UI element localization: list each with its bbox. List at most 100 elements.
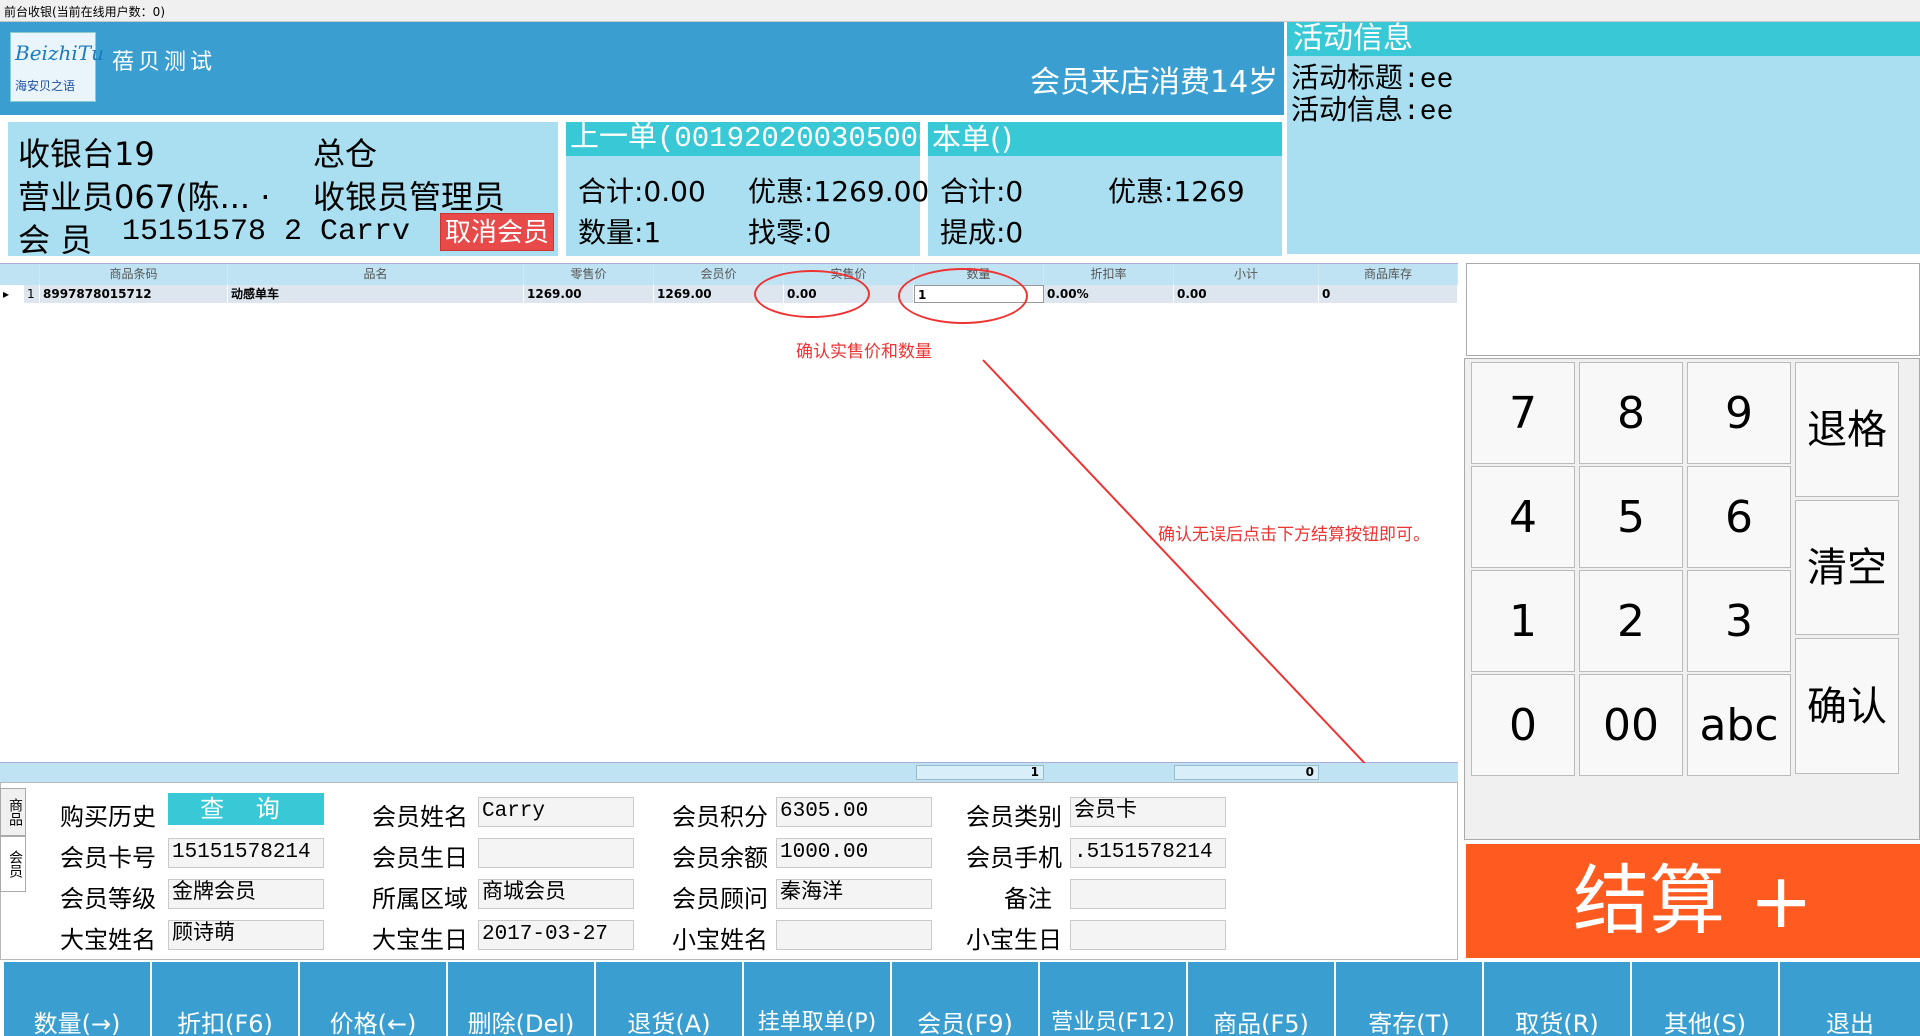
- region-field: 商城会员: [478, 879, 634, 909]
- tab-member[interactable]: 会员: [0, 836, 26, 892]
- row-stock: 0: [1319, 285, 1458, 303]
- tab-product[interactable]: 商品: [0, 788, 26, 836]
- card-number-label: 会员卡号: [60, 844, 156, 872]
- member-prefix-label: 会 员: [18, 221, 93, 259]
- activity-title: 活动信息: [1287, 22, 1920, 56]
- activity-panel: 活动信息 活动标题:ee 活动信息:ee: [1287, 22, 1920, 254]
- level-label: 会员等级: [60, 885, 156, 913]
- qty-button[interactable]: 数量(→): [4, 962, 152, 1036]
- grid-header-name: 品名: [228, 264, 524, 285]
- operator-label: 营业员067(陈... ·: [18, 178, 271, 216]
- key-0[interactable]: 0: [1471, 674, 1575, 776]
- current-order-total: 合计:0: [940, 175, 1024, 208]
- last-order-title: 上一单(001920200305000: [566, 122, 920, 156]
- member-name-field: Carry: [478, 797, 634, 827]
- key-4[interactable]: 4: [1471, 466, 1575, 568]
- last-order-change: 找零:0: [748, 216, 832, 249]
- member-birthday-label: 会员生日: [372, 844, 468, 872]
- delete-button[interactable]: 删除(Del): [448, 962, 596, 1036]
- register-label: 收银台19: [18, 135, 155, 173]
- member-button[interactable]: 会员(F9): [892, 962, 1040, 1036]
- row-subtotal: 0.00: [1174, 285, 1319, 303]
- member-phone-field: .5151578214: [1070, 838, 1226, 868]
- logo-text: BeizhiTu: [15, 41, 104, 65]
- exit-button[interactable]: 退出: [1780, 962, 1920, 1036]
- pickup-button[interactable]: 取货(R): [1484, 962, 1632, 1036]
- return-button[interactable]: 退货(A): [596, 962, 744, 1036]
- note-label: 备注: [1004, 885, 1052, 913]
- key-9[interactable]: 9: [1687, 362, 1791, 464]
- key-3[interactable]: 3: [1687, 570, 1791, 672]
- card-number-field: 15151578214: [168, 838, 324, 868]
- row-discount-rate: 0.00%: [1044, 285, 1174, 303]
- member-name-label: 会员姓名: [372, 803, 468, 831]
- header-banner: BeizhiTu 海安贝之语 蓓贝测试 会员来店消费14岁: [0, 22, 1284, 115]
- key-00[interactable]: 00: [1579, 674, 1683, 776]
- points-field: 6305.00: [776, 797, 932, 827]
- points-label: 会员积分: [672, 803, 768, 831]
- row-name: 动感单车: [228, 285, 524, 303]
- warehouse-label: 总仓: [313, 135, 378, 173]
- window-title: 前台收银(当前在线用户数：0): [4, 5, 165, 19]
- price-button[interactable]: 价格(←): [300, 962, 448, 1036]
- other-button[interactable]: 其他(S): [1632, 962, 1780, 1036]
- cancel-member-button[interactable]: 取消会员: [440, 213, 554, 251]
- grid-footer-qty: 1: [916, 765, 1044, 780]
- annotation-note-confirm: 确认实售价和数量: [796, 342, 932, 362]
- logo: BeizhiTu 海安贝之语: [10, 32, 104, 102]
- checkout-button[interactable]: 结算 +: [1466, 844, 1920, 958]
- child2-name-field: [776, 920, 932, 950]
- product-grid[interactable]: 商品条码 品名 零售价 会员价 实售价 数量 折扣率 小计 商品库存 ▸ 1 8…: [0, 263, 1458, 763]
- key-6[interactable]: 6: [1687, 466, 1791, 568]
- current-order-discount: 优惠:1269: [1108, 175, 1245, 208]
- clear-button[interactable]: 清空: [1795, 500, 1899, 635]
- child1-birthday-label: 大宝生日: [372, 926, 468, 954]
- bottom-toolbar: 数量(→) 折扣(F6) 价格(←) 删除(Del) 退货(A) 挂单取单(P)…: [0, 960, 1920, 1036]
- balance-field: 1000.00: [776, 838, 932, 868]
- hold-order-button[interactable]: 挂单取单(P): [744, 962, 892, 1036]
- child1-birthday-field: 2017-03-27: [478, 920, 634, 950]
- member-value: 15151578 2 Carrv: [122, 215, 411, 249]
- grid-header-barcode: 商品条码: [40, 264, 228, 285]
- key-2[interactable]: 2: [1579, 570, 1683, 672]
- last-order-discount: 优惠:1269.00: [748, 175, 930, 208]
- key-abc[interactable]: abc: [1687, 674, 1791, 776]
- confirm-button[interactable]: 确认: [1795, 638, 1899, 774]
- marquee-text: 会员来店消费14岁: [1030, 65, 1279, 100]
- key-5[interactable]: 5: [1579, 466, 1683, 568]
- logo-subtitle: 海安贝之语: [15, 79, 76, 93]
- discount-button[interactable]: 折扣(F6): [152, 962, 300, 1036]
- window-title-bar: 前台收银(当前在线用户数：0): [0, 0, 1920, 22]
- numeric-keypad: 7 8 9 退格 4 5 6 清空 1 2 3 确认 0 00 abc: [1464, 358, 1920, 840]
- key-8[interactable]: 8: [1579, 362, 1683, 464]
- child2-birthday-label: 小宝生日: [966, 926, 1062, 954]
- amount-display: [1466, 263, 1920, 356]
- row-pointer-icon: ▸: [0, 285, 24, 303]
- annotation-circle-qty: [898, 268, 1028, 324]
- product-button[interactable]: 商品(F5): [1188, 962, 1336, 1036]
- key-7[interactable]: 7: [1471, 362, 1575, 464]
- member-type-field: 会员卡: [1070, 797, 1226, 827]
- grid-header-discount-rate: 折扣率: [1044, 264, 1174, 285]
- note-field: [1070, 879, 1226, 909]
- deposit-button[interactable]: 寄存(T): [1336, 962, 1484, 1036]
- query-button[interactable]: 查 询: [168, 793, 324, 825]
- grid-header-retail: 零售价: [524, 264, 654, 285]
- backspace-button[interactable]: 退格: [1795, 362, 1899, 497]
- key-1[interactable]: 1: [1471, 570, 1575, 672]
- child1-name-label: 大宝姓名: [60, 926, 156, 954]
- grid-footer-total: 0: [1174, 765, 1319, 780]
- annotation-note-checkout: 确认无误后点击下方结算按钮即可。: [1158, 525, 1430, 545]
- region-label: 所属区域: [372, 885, 468, 913]
- salesperson-button[interactable]: 营业员(F12): [1040, 962, 1188, 1036]
- child1-name-field: 顾诗萌: [168, 920, 324, 950]
- table-row[interactable]: ▸ 1 8997878015712 动感单车 1269.00 1269.00 0…: [0, 285, 1458, 303]
- history-label: 购买历史: [60, 803, 156, 831]
- store-name: 蓓贝测试: [112, 50, 217, 75]
- current-order-commission: 提成:0: [940, 216, 1024, 249]
- grid-header-subtotal: 小计: [1174, 264, 1319, 285]
- advisor-label: 会员顾问: [672, 885, 768, 913]
- current-order-title: 本单(): [928, 122, 1282, 156]
- grid-header-indicator: [0, 264, 40, 285]
- member-type-label: 会员类别: [966, 803, 1062, 831]
